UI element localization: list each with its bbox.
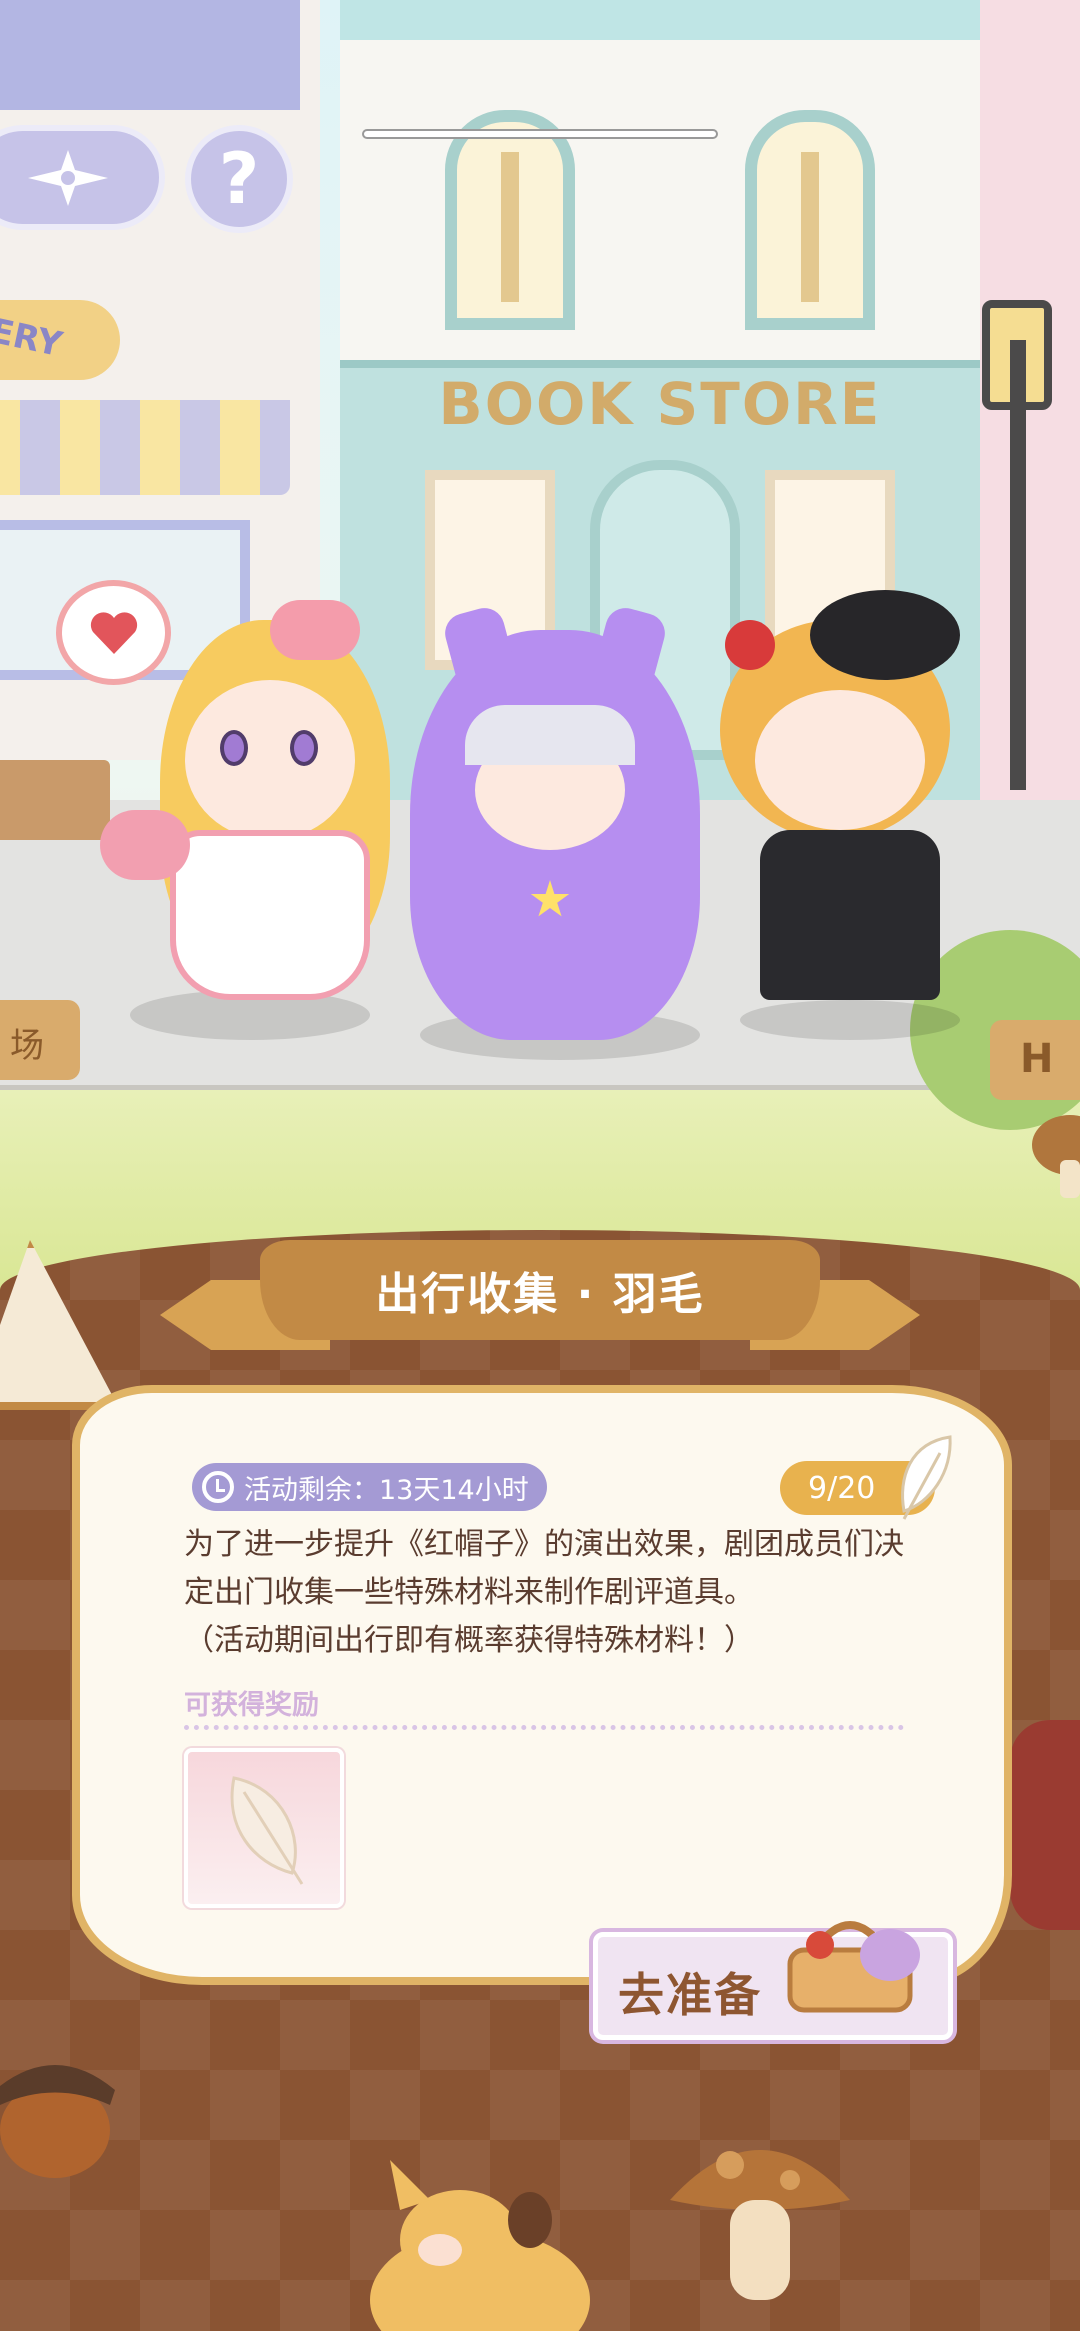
bakery-roof — [0, 0, 300, 110]
character-blonde-girl[interactable] — [100, 580, 430, 1050]
description-line: 定出门收集一些特殊材料来制作剧评道具。 — [184, 1575, 754, 1610]
scroll-indicator — [362, 129, 718, 139]
event-title: 出行收集 · 羽毛 — [375, 1269, 705, 1320]
wood-sign-left-text: 场 — [10, 1026, 44, 1066]
store-upper-window — [445, 110, 575, 330]
help-button[interactable]: ? — [185, 125, 293, 233]
reward-item-slot[interactable] — [184, 1748, 344, 1908]
event-description: 为了进一步提升《红帽子》的演出效果，剧团成员们决 定出门收集一些特殊材料来制作剧… — [184, 1521, 964, 1665]
feather-icon — [230, 1776, 304, 1885]
bakery-awning — [0, 400, 290, 495]
wood-sign-right: H — [990, 1020, 1080, 1100]
wood-sign-left: 场 — [0, 1000, 80, 1080]
acorn-icon — [0, 2065, 115, 2178]
street-scene: ERY BOOK STORE 场 H ? — [0, 0, 1080, 1300]
picnic-basket-icon — [787, 1921, 920, 2013]
collection-progress-text: 9/20 — [808, 1470, 876, 1506]
side-decoration — [1010, 1720, 1080, 1930]
mushroom-icon — [1030, 1110, 1080, 1200]
feather-icon — [901, 1435, 952, 1520]
event-title-ribbon: 出行收集 · 羽毛 — [160, 1240, 920, 1350]
character-black-suit-boy[interactable] — [700, 580, 1000, 1050]
description-line: 为了进一步提升《红帽子》的演出效果，剧团成员们决 — [184, 1527, 904, 1562]
store-sign-text: BOOK STORE — [438, 370, 882, 438]
time-remaining-text: 活动剩余：13天14小时 — [244, 1474, 529, 1506]
store-upper-window — [745, 110, 875, 330]
description-line: （活动期间出行即有概率获得特殊材料！） — [184, 1623, 754, 1658]
reward-label: 可获得奖励 — [184, 1690, 319, 1721]
reward-divider — [184, 1725, 904, 1730]
time-remaining-pill: 活动剩余：13天14小时 — [192, 1463, 547, 1511]
character-purple-hood[interactable] — [390, 603, 720, 1070]
ribbon-main: 出行收集 · 羽毛 — [260, 1240, 820, 1340]
squirrel-icon — [370, 2160, 590, 2331]
go-prepare-label: 去准备 — [618, 1968, 762, 2022]
planter-box — [0, 760, 110, 840]
mushroom-icon — [670, 2150, 850, 2300]
event-info-card: 活动剩余：13天14小时 9/20 为了进一步提升《红帽子》的演出效果，剧团成员… — [72, 1385, 1012, 1985]
help-icon: ? — [218, 138, 260, 220]
clock-icon — [202, 1471, 234, 1503]
store-roofline — [340, 0, 980, 40]
wood-sign-right-text: H — [1020, 1036, 1054, 1082]
compass-icon — [27, 149, 108, 206]
compass-button[interactable] — [0, 125, 165, 230]
bakery-sign-text: ERY — [0, 310, 66, 366]
lamp-post — [1010, 340, 1026, 790]
bakery-sign: ERY — [0, 300, 120, 380]
